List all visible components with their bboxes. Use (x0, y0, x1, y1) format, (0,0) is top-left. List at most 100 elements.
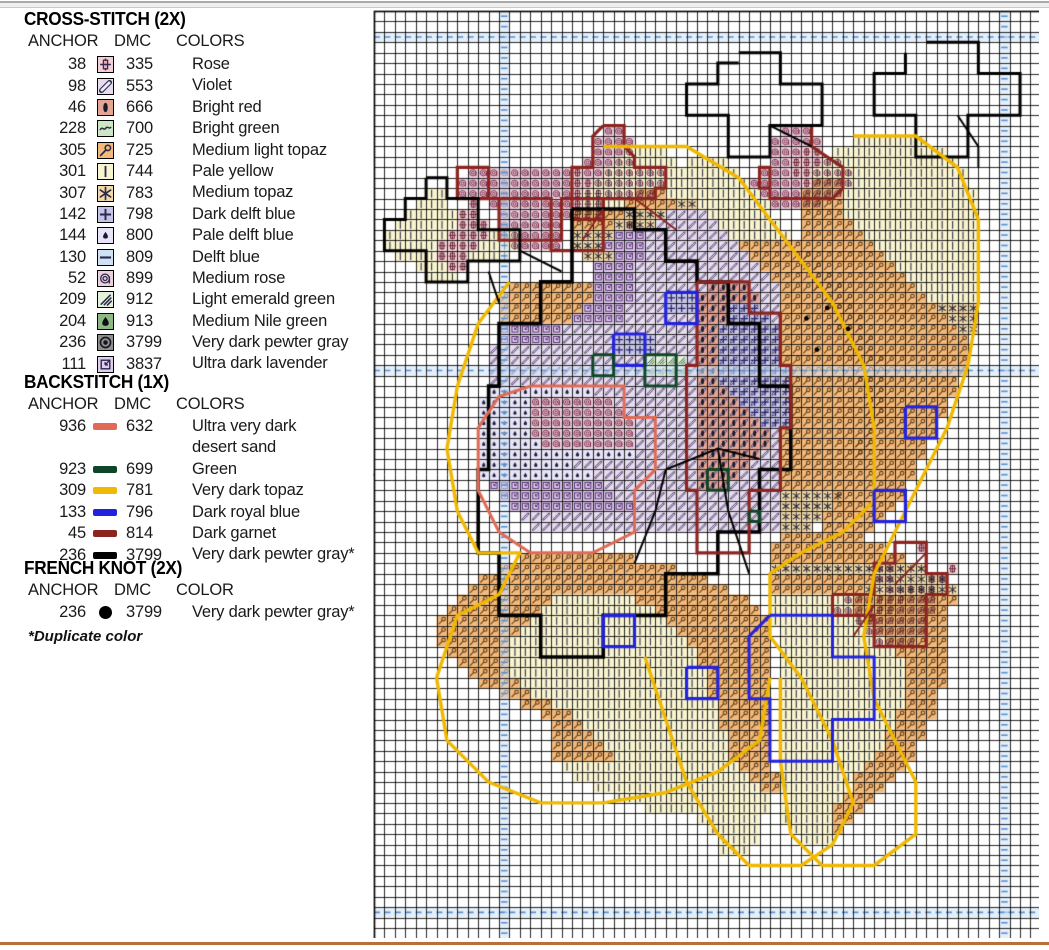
legend-symbol-swatch (86, 334, 124, 352)
legend-backstitch-swatch (86, 508, 124, 516)
legend-row: 236 3799 Very dark pewter gray* (24, 602, 372, 623)
legend-symbol-swatch (86, 184, 124, 202)
legend-symbol-swatch (86, 56, 124, 74)
legend-color-name: Very dark pewter gray* (192, 545, 355, 564)
legend-anchor-number: 52 (68, 269, 86, 288)
vertical-bar-symbol (96, 163, 114, 181)
legend-anchor-number: 236 (59, 603, 86, 622)
legend-color-name: Very dark topaz (192, 481, 304, 500)
legend-row: 45 814 Dark garnet (24, 523, 372, 544)
column-header-dmc: DMC (114, 32, 151, 50)
legend-dmc-number: 699 (126, 459, 153, 478)
legend-color-name: Dark delft blue (192, 204, 296, 223)
legend-row: 307 783 Medium topaz (24, 182, 372, 203)
legend-color-name: Bright red (192, 97, 262, 116)
cross-stitch-pattern-page: CROSS-STITCH (2X) ANCHOR DMC COLORS 38 33… (0, 0, 1049, 950)
legend-dmc-number: 809 (126, 247, 153, 266)
legend-frenchknot-swatch (86, 606, 124, 620)
legend-color-name: Pale yellow (192, 161, 274, 180)
legend-symbol-swatch (86, 77, 124, 95)
legend-dmc-number: 3799 (126, 333, 162, 352)
legend-anchor-number: 936 (59, 417, 86, 435)
legend-symbol-swatch (86, 163, 124, 181)
legend-anchor-number: 46 (68, 97, 86, 116)
legend-dmc-number: 912 (126, 290, 153, 309)
legend-symbol-swatch (86, 205, 124, 223)
column-header-dmc: DMC (114, 581, 151, 599)
legend-row: 936 632 Ultra very dark desert sand (24, 416, 372, 459)
legend-color-name: Medium rose (192, 268, 286, 287)
legend-row: 144 800 Pale delft blue (24, 225, 372, 246)
backstitch-title: BACKSTITCH (1X) (24, 371, 169, 392)
legend-dmc-number: 800 (126, 226, 153, 245)
legend-color-name: Very dark pewter gray* (192, 603, 355, 621)
legend-dmc-number: 796 (126, 502, 153, 521)
legend-color-name: Very dark pewter gray (192, 333, 349, 352)
duplicate-color-footnote: *Duplicate color (28, 628, 143, 645)
legend-anchor-number: 142 (59, 204, 86, 223)
tilde-symbol (96, 120, 114, 138)
legend-anchor-number: 130 (59, 247, 86, 266)
legend-row: 52 899 Medium rose (24, 268, 372, 289)
french-knot-rows: 236 3799 Very dark pewter gray* (24, 602, 372, 623)
legend-symbol-swatch (86, 141, 124, 159)
legend-anchor-number: 204 (59, 311, 86, 330)
teardrop-symbol (96, 312, 114, 330)
legend-backstitch-swatch (86, 465, 124, 473)
backstitch-column-headers: ANCHOR DMC COLORS (24, 395, 364, 414)
small-teardrop-symbol (96, 227, 114, 245)
legend-symbol-swatch (86, 227, 124, 245)
legend-anchor-number: 98 (68, 76, 86, 95)
legend-anchor-number: 45 (68, 524, 86, 543)
column-header-color: COLOR (176, 581, 234, 599)
legend-color-name: Rose (192, 55, 230, 73)
legend-dmc-number: 335 (126, 55, 153, 74)
rose-flower-symbol (96, 56, 114, 74)
legend-dmc-number: 814 (126, 524, 153, 543)
legend-anchor-number: 236 (59, 333, 86, 352)
legend-color-name: Delft blue (192, 247, 260, 266)
legend-color-name: Green (192, 459, 237, 478)
legend-dmc-number: 781 (126, 481, 153, 500)
legend-row: 309 781 Very dark topaz (24, 480, 372, 501)
at-spiral-symbol (96, 270, 114, 288)
legend-row: 46 666 Bright red (24, 97, 372, 118)
legend-color-name: Medium topaz (192, 183, 294, 202)
legend-color-name: Ultra very dark desert sand (192, 417, 297, 457)
legend-dmc-number: 632 (126, 417, 153, 435)
legend-anchor-number: 301 (59, 162, 86, 181)
legend-anchor-number: 209 (59, 290, 86, 309)
legend-color-name: Ultra dark lavender (192, 354, 328, 373)
legend-row: 133 796 Dark royal blue (24, 502, 372, 523)
column-header-anchor: ANCHOR (28, 581, 99, 599)
minus-symbol (96, 248, 114, 266)
legend-row: 923 699 Green (24, 459, 372, 480)
legend-color-name: Light emerald green (192, 290, 335, 309)
legend-row: 209 912 Light emerald green (24, 289, 372, 310)
legend-color-name: Dark garnet (192, 523, 277, 542)
legend-row: 130 809 Delft blue (24, 247, 372, 268)
legend-color-name: Pale delft blue (192, 226, 294, 245)
legend-dmc-number: 798 (126, 204, 153, 223)
pattern-chart-canvas (373, 10, 1039, 938)
legend-row: 38 335 Rose (24, 54, 372, 75)
top-border-band (0, 0, 1049, 8)
legend-dmc-number: 700 (126, 119, 153, 138)
legend-dmc-number: 783 (126, 183, 153, 202)
legend-color-name: Medium Nile green (192, 311, 328, 330)
legend-symbol-swatch (86, 270, 124, 288)
column-header-anchor: ANCHOR (28, 395, 99, 413)
legend-symbol-swatch (86, 312, 124, 330)
legend-color-name: Violet (192, 76, 232, 95)
french-knot-dot-icon (98, 606, 112, 620)
diagonal-capsule-symbol (96, 77, 114, 95)
cross-stitch-column-headers: ANCHOR DMC COLORS (24, 32, 364, 51)
legend-row: 98 553 Violet (24, 75, 372, 96)
backstitch-line-icon (93, 487, 117, 495)
legend-symbol-swatch (86, 120, 124, 138)
legend-row: 236 3799 Very dark pewter gray (24, 332, 372, 353)
legend-color-name: Dark royal blue (192, 502, 300, 521)
legend-anchor-number: 309 (59, 481, 86, 500)
legend-symbol-swatch (86, 291, 124, 309)
backstitch-line-icon (93, 530, 117, 538)
